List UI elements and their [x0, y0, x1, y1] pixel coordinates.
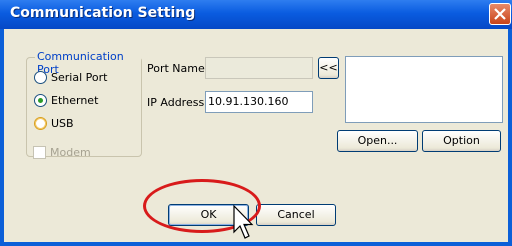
dialog-title: Communication Setting: [10, 5, 196, 21]
communication-port-group: Communication Port Serial Port Ethernet …: [26, 50, 142, 157]
title-bar[interactable]: Communication Setting: [0, 0, 512, 29]
ethernet-label: Ethernet: [51, 93, 99, 107]
serial-port-label: Serial Port: [51, 70, 108, 84]
modem-label: Modem: [50, 145, 91, 159]
usb-label: USB: [51, 116, 74, 130]
serial-port-radio-circle[interactable]: [34, 70, 47, 84]
option-button[interactable]: Option: [422, 130, 501, 152]
browse-button[interactable]: <<: [318, 57, 339, 79]
ethernet-radio-circle[interactable]: [34, 93, 47, 107]
usb-radio-circle[interactable]: [34, 116, 47, 130]
usb-radio[interactable]: USB: [34, 115, 74, 131]
communication-setting-dialog: Communication Setting Communication Port…: [0, 0, 512, 246]
port-list[interactable]: [345, 56, 503, 123]
close-icon: [494, 8, 506, 20]
modem-checkbox[interactable]: Modem: [33, 145, 91, 159]
modem-checkbox-box[interactable]: [33, 145, 46, 159]
open-button[interactable]: Open...: [337, 130, 418, 152]
cancel-button[interactable]: Cancel: [256, 204, 336, 226]
mouse-pointer-icon: [233, 205, 254, 239]
ip-address-label: IP Address: [147, 96, 205, 109]
ethernet-radio[interactable]: Ethernet: [34, 92, 98, 108]
ip-address-field[interactable]: 10.91.130.160: [205, 91, 313, 113]
close-button[interactable]: [489, 3, 511, 25]
port-name-label: Port Name: [147, 62, 205, 75]
serial-port-radio[interactable]: Serial Port: [34, 69, 107, 85]
port-name-field[interactable]: [205, 57, 313, 79]
